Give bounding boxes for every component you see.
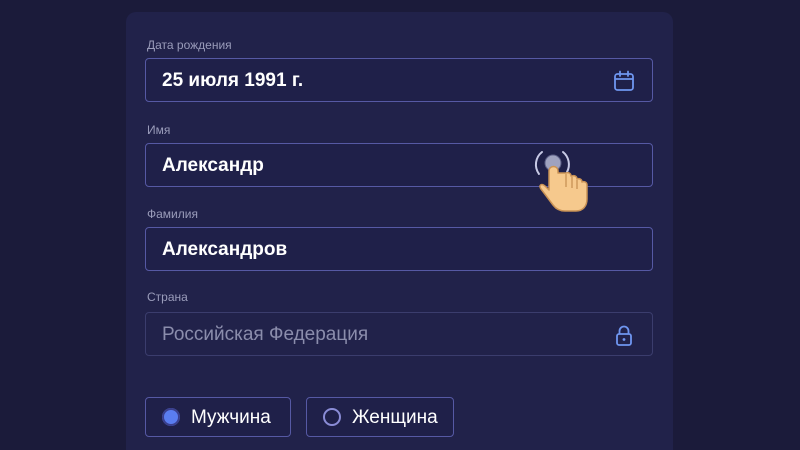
radio-checked-icon xyxy=(162,408,180,426)
lock-icon xyxy=(613,324,635,346)
last-name-label: Фамилия xyxy=(147,207,198,221)
country-label: Страна xyxy=(147,290,188,304)
gender-option-female-label: Женщина xyxy=(352,407,438,428)
tap-hand-cursor-icon xyxy=(530,143,594,215)
birth-date-label: Дата рождения xyxy=(147,38,232,52)
first-name-value: Александр xyxy=(162,155,264,176)
last-name-input[interactable]: Александров xyxy=(145,227,653,271)
page: Дата рождения 25 июля 1991 г. Имя Алекса… xyxy=(0,0,800,450)
country-value: Российская Федерация xyxy=(162,324,369,345)
form-card: Дата рождения 25 июля 1991 г. Имя Алекса… xyxy=(126,12,673,450)
gender-option-male-label: Мужчина xyxy=(191,407,271,428)
last-name-value: Александров xyxy=(162,239,288,260)
gender-option-male[interactable]: Мужчина xyxy=(145,397,291,437)
birth-date-value: 25 июля 1991 г. xyxy=(162,70,304,91)
birth-date-input[interactable]: 25 июля 1991 г. xyxy=(145,58,653,102)
gender-option-female[interactable]: Женщина xyxy=(306,397,454,437)
first-name-label: Имя xyxy=(147,123,171,137)
calendar-icon[interactable] xyxy=(613,70,635,92)
country-input: Российская Федерация xyxy=(145,312,653,356)
radio-unchecked-icon xyxy=(323,408,341,426)
